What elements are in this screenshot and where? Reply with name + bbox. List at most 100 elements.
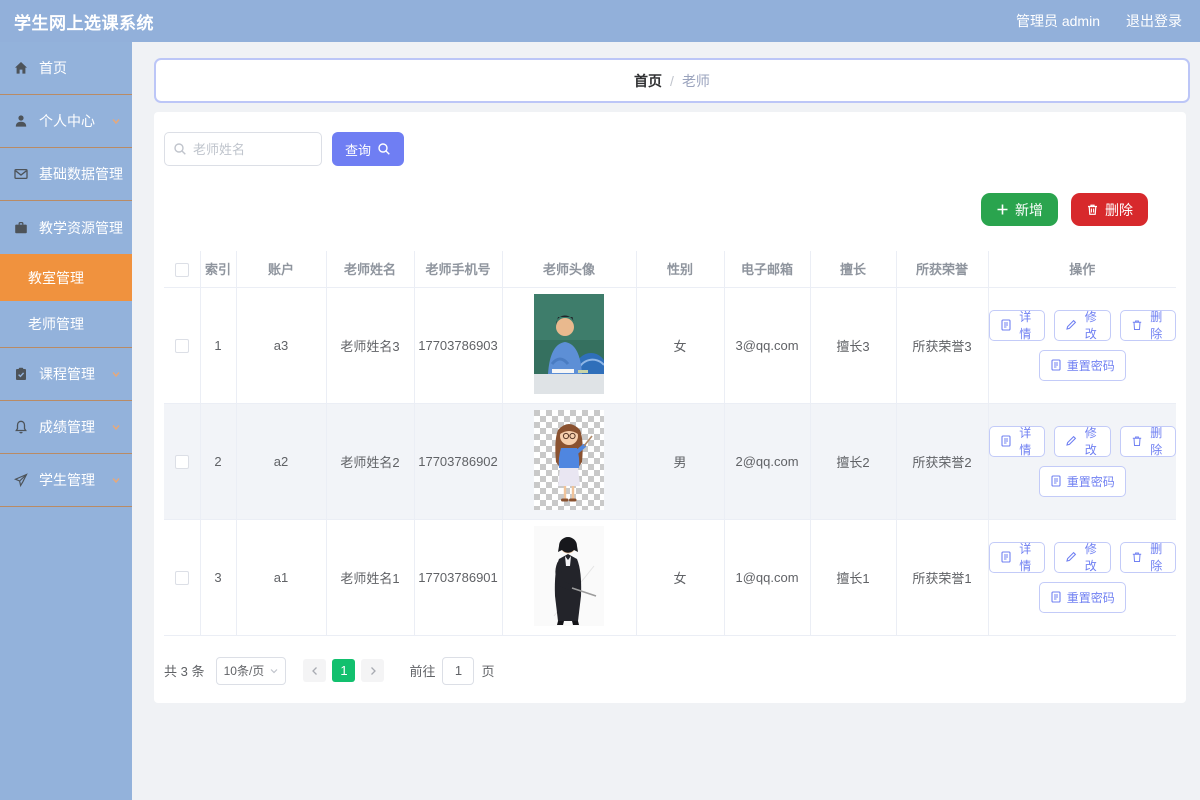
breadcrumb-home-link[interactable]: 首页 [634,71,662,91]
logout-link[interactable]: 退出登录 [1126,11,1182,31]
reset-password-button[interactable]: 重置密码 [1039,582,1126,613]
goto-page-input[interactable] [442,657,474,685]
sidebar-subitem-label: 老师管理 [28,314,84,334]
sidebar-subitem-teacher-management[interactable]: 老师管理 [0,301,132,348]
teacher-avatar-image [534,294,604,394]
cell-account: a2 [236,403,326,519]
chevron-down-icon [110,474,122,486]
breadcrumb-current: 老师 [682,71,710,91]
sidebar: 首页 个人中心 基础数据管理 教学资源管理 教室管理 老师管理 [0,42,132,800]
cell-email: 2@qq.com [724,403,810,519]
search-input[interactable] [193,142,313,157]
chevron-down-icon [269,666,279,676]
mail-icon [13,166,29,182]
table-header-row: 索引 账户 老师姓名 老师手机号 老师头像 性别 电子邮箱 擅长 所获荣誉 操作 [164,251,1176,287]
cell-phone: 17703786901 [414,519,502,635]
column-header-ops: 操作 [988,251,1176,287]
reset-password-button[interactable]: 重置密码 [1039,350,1126,381]
table-row: 1 a3 老师姓名3 17703786903 [164,287,1176,403]
pencil-icon [1065,319,1077,331]
cell-gender: 女 [636,519,724,635]
sidebar-item-course-management[interactable]: 课程管理 [0,348,132,401]
document-icon [1050,475,1062,487]
breadcrumb-separator: / [670,73,674,89]
add-button[interactable]: 新增 [981,193,1058,226]
current-page-button[interactable]: 1 [332,659,355,682]
sidebar-subitem-classroom-management[interactable]: 教室管理 [0,254,132,301]
sidebar-item-label: 首页 [39,58,122,78]
column-header-email: 电子邮箱 [724,251,810,287]
cell-skill: 擅长3 [810,287,896,403]
cell-gender: 男 [636,403,724,519]
teacher-avatar-image [534,410,604,510]
sidebar-item-teaching-resources[interactable]: 教学资源管理 [0,201,132,254]
teacher-avatar-image [534,526,604,626]
cell-honor: 所获荣誉3 [896,287,988,403]
cell-phone: 17703786903 [414,287,502,403]
chevron-down-icon [110,368,122,380]
cell-honor: 所获荣誉1 [896,519,988,635]
page-size-select[interactable]: 10条/页 [216,657,286,685]
briefcase-icon [13,220,29,236]
sidebar-item-grade-management[interactable]: 成绩管理 [0,401,132,454]
current-user-label: 管理员 admin [1016,11,1100,31]
sidebar-item-label: 基础数据管理 [39,164,123,184]
row-checkbox[interactable] [175,339,189,353]
delete-row-button[interactable]: 删除 [1120,310,1177,341]
sidebar-item-label: 成绩管理 [39,417,100,437]
delete-row-button[interactable]: 删除 [1120,542,1177,573]
detail-button[interactable]: 详情 [989,426,1046,457]
cell-gender: 女 [636,287,724,403]
document-icon [1000,435,1012,447]
document-icon [1000,319,1012,331]
pencil-icon [1065,435,1077,447]
main-content: 首页 / 老师 查询 [132,42,1200,800]
bell-icon [13,419,29,435]
cell-email: 3@qq.com [724,287,810,403]
goto-suffix-label: 页 [481,661,494,680]
delete-row-button[interactable]: 删除 [1120,426,1177,457]
document-icon [1050,591,1062,603]
sidebar-subitem-label: 教室管理 [28,268,84,288]
sidebar-item-label: 个人中心 [39,111,100,131]
sidebar-item-personal-center[interactable]: 个人中心 [0,95,132,148]
prev-page-button[interactable] [303,659,326,682]
next-page-button[interactable] [361,659,384,682]
column-header-account: 账户 [236,251,326,287]
cell-name: 老师姓名2 [326,403,414,519]
edit-button[interactable]: 修改 [1054,542,1111,573]
row-checkbox[interactable] [175,571,189,585]
sidebar-item-home[interactable]: 首页 [0,42,132,95]
edit-button[interactable]: 修改 [1054,310,1111,341]
column-header-honor: 所获荣誉 [896,251,988,287]
cell-honor: 所获荣誉2 [896,403,988,519]
breadcrumb: 首页 / 老师 [154,58,1190,103]
app-title: 学生网上选课系统 [14,9,154,34]
user-icon [13,113,29,129]
cell-skill: 擅长2 [810,403,896,519]
detail-button[interactable]: 详情 [989,542,1046,573]
trash-icon [1131,435,1143,447]
search-icon [173,142,187,156]
trash-icon [1086,203,1099,216]
top-header-bar: 学生网上选课系统 管理员 admin 退出登录 [0,0,1200,42]
reset-password-button[interactable]: 重置密码 [1039,466,1126,497]
column-header-gender: 性别 [636,251,724,287]
sidebar-item-label: 教学资源管理 [39,218,123,238]
sidebar-item-label: 学生管理 [39,470,100,490]
home-icon [13,60,29,76]
select-all-checkbox[interactable] [175,263,189,277]
detail-button[interactable]: 详情 [989,310,1046,341]
goto-prefix-label: 前往 [409,661,435,680]
row-checkbox[interactable] [175,455,189,469]
delete-button[interactable]: 删除 [1071,193,1148,226]
edit-button[interactable]: 修改 [1054,426,1111,457]
sidebar-item-basic-data[interactable]: 基础数据管理 [0,148,132,201]
sidebar-item-student-management[interactable]: 学生管理 [0,454,132,507]
search-button[interactable]: 查询 [332,132,404,166]
pagination: 共 3 条 10条/页 1 前往 页 [164,657,1176,685]
cell-name: 老师姓名1 [326,519,414,635]
chevron-left-icon [310,666,320,676]
search-field-wrapper [164,132,322,166]
cell-skill: 擅长1 [810,519,896,635]
